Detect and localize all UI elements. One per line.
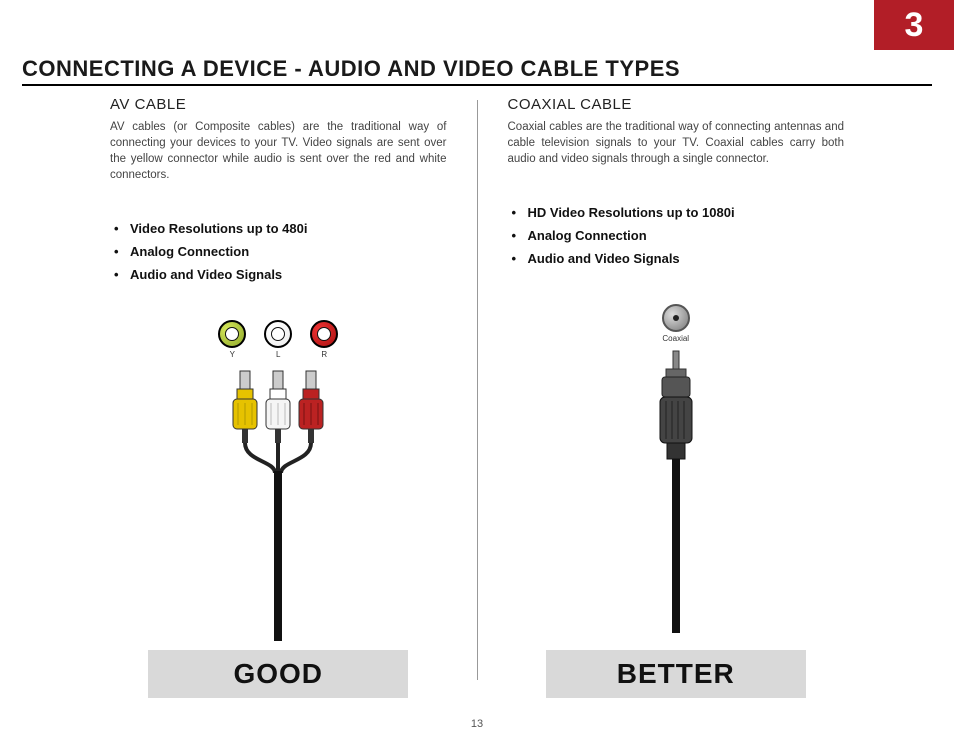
- right-bullet-2: Audio and Video Signals: [528, 251, 845, 266]
- left-bullets: Video Resolutions up to 480i Analog Conn…: [130, 221, 447, 290]
- right-heading: COAXIAL CABLE: [508, 96, 845, 113]
- jack-r-label: R: [321, 350, 327, 359]
- left-description: AV cables (or Composite cables) are the …: [110, 119, 447, 183]
- page-title-underline: [22, 84, 932, 86]
- right-bullet-0: HD Video Resolutions up to 1080i: [528, 205, 845, 220]
- content-columns: AV CABLE AV cables (or Composite cables)…: [80, 96, 874, 698]
- jack-coax-icon: [662, 304, 690, 332]
- jack-coax-label: Coaxial: [662, 334, 689, 343]
- jack-y-label: Y: [230, 350, 235, 359]
- page-number: 13: [0, 718, 954, 730]
- av-diagram: Y L R: [203, 320, 353, 641]
- right-description: Coaxial cables are the traditional way o…: [508, 119, 845, 167]
- right-bullets: HD Video Resolutions up to 1080i Analog …: [528, 205, 845, 274]
- coax-cable-icon: [636, 343, 716, 633]
- left-bullet-0: Video Resolutions up to 480i: [130, 221, 447, 236]
- left-bullet-1: Analog Connection: [130, 244, 447, 259]
- left-rating: GOOD: [148, 650, 408, 698]
- right-column: COAXIAL CABLE Coaxial cables are the tra…: [478, 96, 875, 698]
- page-title: CONNECTING A DEVICE - AUDIO AND VIDEO CA…: [22, 56, 680, 82]
- jack-y-icon: [218, 320, 246, 348]
- jack-l-icon: [264, 320, 292, 348]
- left-column: AV CABLE AV cables (or Composite cables)…: [80, 96, 477, 698]
- left-bullet-2: Audio and Video Signals: [130, 267, 447, 282]
- av-cable-icon: [203, 361, 353, 641]
- left-heading: AV CABLE: [110, 96, 447, 113]
- chapter-tab: 3: [874, 0, 954, 50]
- right-bullet-1: Analog Connection: [528, 228, 845, 243]
- jack-r-icon: [310, 320, 338, 348]
- jack-l-label: L: [276, 350, 280, 359]
- right-rating: BETTER: [546, 650, 806, 698]
- coax-diagram: Coaxial: [636, 304, 716, 633]
